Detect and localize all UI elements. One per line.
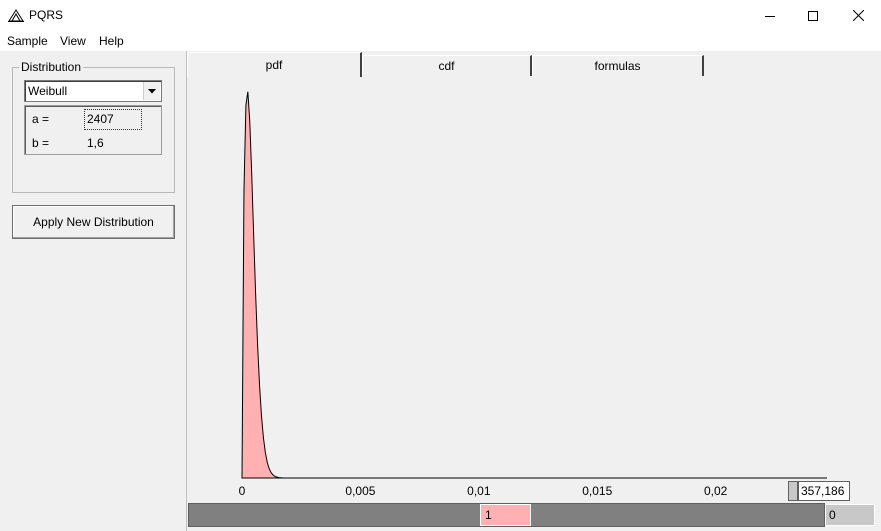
menu-sample[interactable]: Sample <box>7 34 48 48</box>
app-icon <box>8 9 24 22</box>
maximize-icon <box>808 10 818 21</box>
menu-bar: Sample View Help <box>0 31 881 51</box>
pdf-chart: 0 0,005 0,01 0,015 0,02 <box>239 91 827 498</box>
menu-view[interactable]: View <box>60 34 86 48</box>
param-a-value[interactable]: 2407 <box>87 112 114 126</box>
param-b-value[interactable]: 1,6 <box>87 136 104 150</box>
apply-new-distribution-button[interactable]: Apply New Distribution <box>12 205 175 239</box>
tab-cdf-label: cdf <box>438 59 455 73</box>
pdf-area <box>241 91 827 479</box>
minimize-icon <box>765 15 775 17</box>
xmax-field[interactable]: 357,186 <box>798 481 850 501</box>
tab-cdf[interactable]: cdf <box>362 55 532 76</box>
x-tick-label: 0,015 <box>582 484 612 498</box>
x-tick-label: 0,005 <box>345 484 375 498</box>
cursor-value-field[interactable]: 1 <box>480 504 531 526</box>
close-button[interactable] <box>835 0 881 31</box>
param-b-label: b = <box>32 136 50 150</box>
tab-formulas-label: formulas <box>594 59 641 73</box>
distribution-select[interactable]: Weibull <box>24 80 162 102</box>
title-bar: PQRS <box>0 0 881 31</box>
distribution-group: Distribution Weibull a = 2407 b = 1,6 <box>12 60 175 193</box>
distribution-group-label: Distribution <box>19 60 84 74</box>
x-tick-label: 0,01 <box>467 484 491 498</box>
distribution-selected-value: Weibull <box>28 84 68 98</box>
window-title: PQRS <box>29 8 64 22</box>
close-icon <box>852 10 864 21</box>
xmax-spinner[interactable]: 357,186 <box>788 481 850 501</box>
left-panel: Distribution Weibull a = 2407 b = 1,6 Ap… <box>0 51 186 531</box>
dropdown-arrow-icon[interactable] <box>143 82 160 100</box>
maximize-button[interactable] <box>790 0 836 31</box>
plot-area: pdf cdf formulas 0 0,005 0,01 0,015 0,02 <box>186 51 881 531</box>
right-value-field[interactable]: 0 <box>825 504 875 526</box>
tab-formulas[interactable]: formulas <box>532 55 704 76</box>
x-tick-label: 0,02 <box>704 484 728 498</box>
x-tick-label: 0 <box>239 484 246 498</box>
parameters-box: a = 2407 b = 1,6 <box>24 105 162 155</box>
param-a-label: a = <box>32 112 50 126</box>
x-axis-ticks: 0 0,005 0,01 0,015 0,02 <box>239 484 728 498</box>
minimize-button[interactable] <box>747 0 793 31</box>
xmax-spin-handle[interactable] <box>788 481 798 501</box>
tab-pdf-label: pdf <box>265 58 283 72</box>
tab-pdf[interactable]: pdf <box>187 52 362 77</box>
menu-help[interactable]: Help <box>99 34 124 48</box>
